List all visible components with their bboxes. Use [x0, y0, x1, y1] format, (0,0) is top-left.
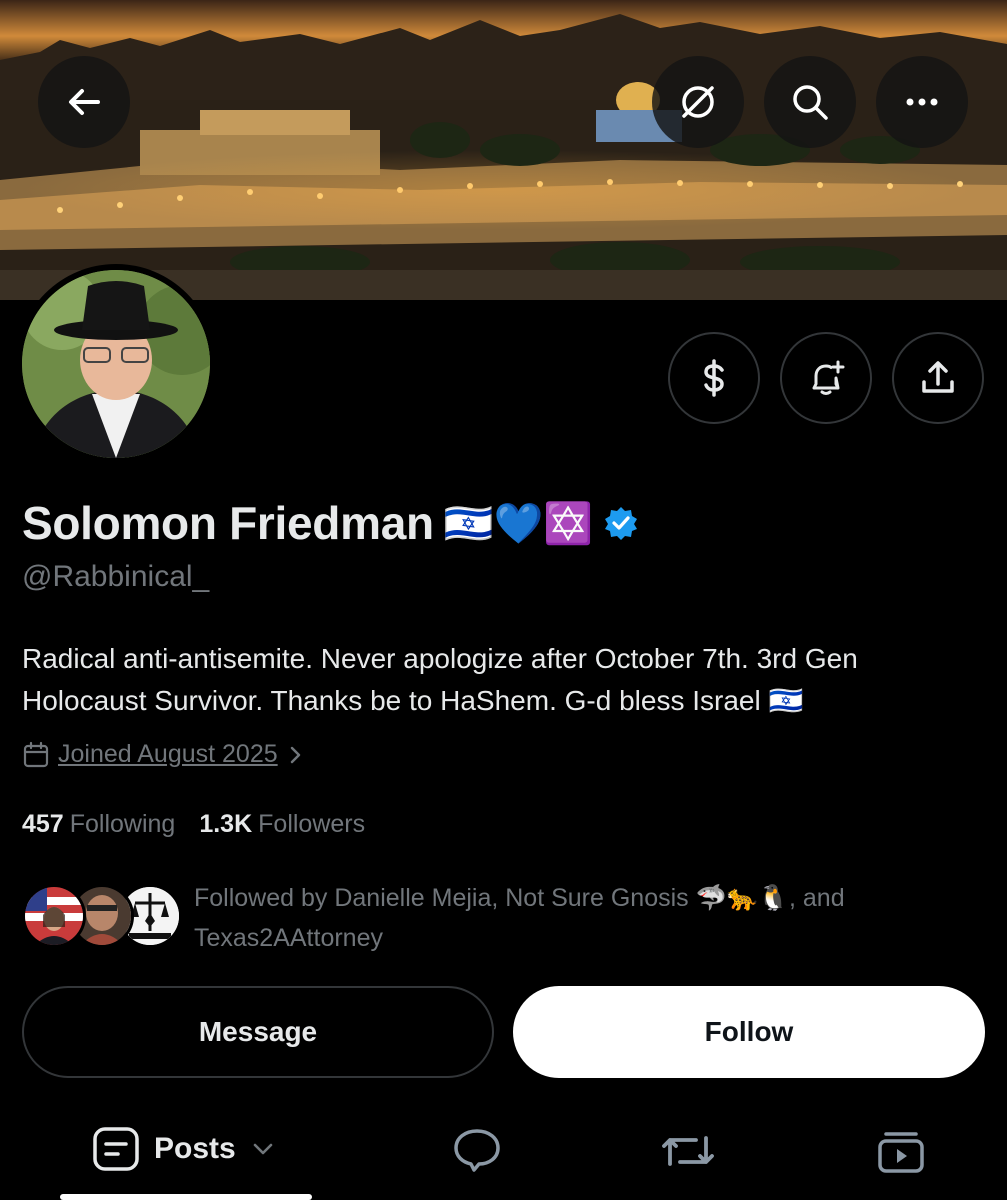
follower-avatar-1 — [22, 884, 86, 948]
slash-circle-icon — [682, 86, 714, 118]
profile-handle: @Rabbinical_ — [22, 560, 210, 593]
tab-media[interactable] — [876, 1126, 926, 1176]
name-emojis: 🇮🇱💙✡️ — [443, 501, 594, 546]
notify-button[interactable] — [780, 332, 872, 424]
followed-by-avatars — [22, 878, 182, 950]
profile-tabs: Posts — [0, 1110, 1007, 1200]
more-button[interactable] — [876, 56, 968, 148]
video-media-icon — [878, 1132, 924, 1173]
arrow-left-icon — [69, 89, 100, 115]
profile-name-row: Solomon Friedman 🇮🇱💙✡️ — [22, 496, 639, 550]
tab-posts[interactable]: Posts — [92, 1126, 276, 1172]
grok-button[interactable] — [652, 56, 744, 148]
tab-posts-label: Posts — [154, 1132, 236, 1165]
message-button[interactable]: Message — [22, 986, 494, 1078]
followers-count: 1.3K — [199, 810, 253, 838]
following-count: 457 — [22, 810, 64, 838]
followers-label: Followers — [258, 810, 366, 838]
dollar-icon — [704, 359, 724, 397]
repost-icon — [662, 1136, 714, 1166]
share-button[interactable] — [892, 332, 984, 424]
joined-date[interactable]: Joined August 2025 — [22, 740, 306, 769]
verified-badge-icon[interactable] — [603, 505, 639, 541]
chevron-down-icon — [253, 1143, 273, 1155]
followers-stat[interactable]: 1.3K Followers — [199, 810, 365, 839]
reply-bubble-icon — [454, 1129, 500, 1172]
avatar-photo — [22, 270, 210, 458]
back-button[interactable] — [38, 56, 130, 148]
share-icon — [922, 361, 954, 393]
calendar-icon — [23, 741, 49, 767]
profile-bio: Radical anti-antisemite. Never apologize… — [22, 643, 858, 716]
tab-reposts[interactable] — [660, 1128, 716, 1174]
following-label: Following — [69, 810, 176, 838]
tab-replies[interactable] — [452, 1126, 502, 1174]
search-button[interactable] — [764, 56, 856, 148]
follow-stats: 457 Following 1.3K Followers — [22, 810, 365, 839]
banner-image — [0, 0, 1007, 300]
followed-by[interactable]: Followed by Danielle Mejia, Not Sure Gno… — [22, 878, 914, 958]
more-horizontal-icon — [906, 98, 938, 106]
active-tab-indicator — [60, 1194, 312, 1200]
posts-icon — [93, 1127, 139, 1171]
follow-button[interactable]: Follow — [513, 986, 985, 1078]
display-name: Solomon Friedman — [22, 497, 434, 549]
bell-plus-icon — [812, 360, 845, 395]
following-stat[interactable]: 457 Following — [22, 810, 175, 839]
chevron-right-icon — [290, 746, 300, 763]
profile-banner[interactable] — [0, 0, 1007, 300]
followed-by-text: Followed by Danielle Mejia, Not Sure Gno… — [194, 884, 845, 952]
search-icon — [793, 85, 828, 120]
profile-avatar[interactable] — [16, 264, 216, 464]
subscribe-button[interactable] — [668, 332, 760, 424]
joined-link[interactable]: Joined August 2025 — [58, 740, 278, 769]
